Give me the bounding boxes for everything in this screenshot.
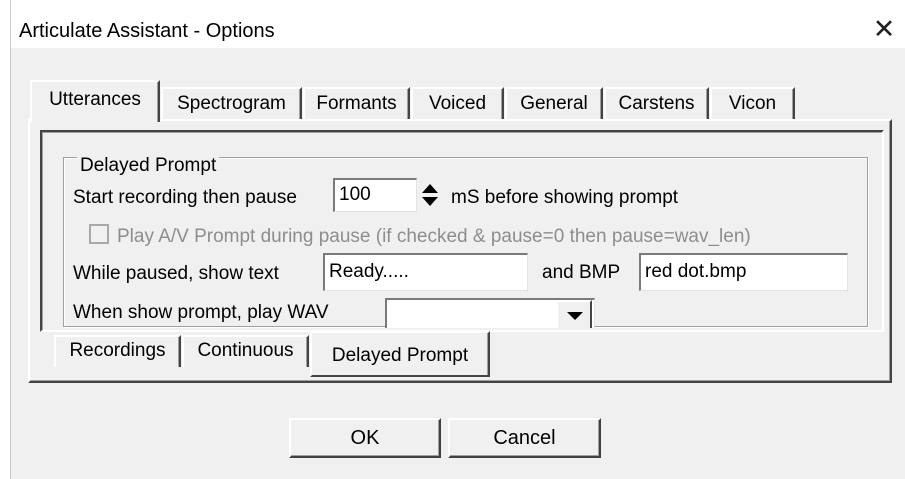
and-bmp-label: and BMP xyxy=(542,262,621,283)
wav-label: When show prompt, play WAV xyxy=(73,302,329,323)
tab-vicon[interactable]: Vicon xyxy=(710,87,795,121)
options-dialog: Articulate Assistant - Options ✕ Utteran… xyxy=(10,0,905,479)
tab-general[interactable]: General xyxy=(505,87,603,121)
tab-utterances[interactable]: Utterances xyxy=(30,80,160,122)
paused-text-input[interactable]: Ready..... xyxy=(323,253,528,291)
ok-button[interactable]: OK xyxy=(289,418,441,458)
tab-carstens[interactable]: Carstens xyxy=(604,87,709,121)
subtab-recordings[interactable]: Recordings xyxy=(54,335,181,367)
tab-formants[interactable]: Formants xyxy=(303,87,410,121)
group-legend: Delayed Prompt xyxy=(77,155,220,177)
pause-input[interactable]: 100 xyxy=(333,178,417,212)
while-paused-label: While paused, show text xyxy=(73,263,279,284)
tab-voiced[interactable]: Voiced xyxy=(411,87,504,121)
play-av-label: Play A/V Prompt during pause (if checked… xyxy=(117,226,751,247)
title-bar: Articulate Assistant - Options ✕ xyxy=(11,0,905,48)
tab-spectrogram[interactable]: Spectrogram xyxy=(161,87,302,121)
close-icon[interactable]: ✕ xyxy=(869,14,899,44)
pause-suffix-label: mS before showing prompt xyxy=(451,187,679,208)
window-title: Articulate Assistant - Options xyxy=(19,20,275,42)
subtab-delayed-prompt[interactable]: Delayed Prompt xyxy=(310,331,490,377)
play-av-checkbox[interactable] xyxy=(89,224,109,244)
spin-down-icon[interactable] xyxy=(422,197,438,206)
pause-stepper[interactable] xyxy=(416,178,444,212)
cancel-button[interactable]: Cancel xyxy=(448,418,601,458)
start-recording-label: Start recording then pause xyxy=(73,187,297,208)
spin-up-icon[interactable] xyxy=(422,184,438,193)
chevron-down-icon xyxy=(567,312,583,320)
subtab-continuous[interactable]: Continuous xyxy=(182,335,309,367)
wav-dropdown-button[interactable] xyxy=(556,300,592,328)
bmp-input[interactable]: red dot.bmp xyxy=(639,253,848,291)
